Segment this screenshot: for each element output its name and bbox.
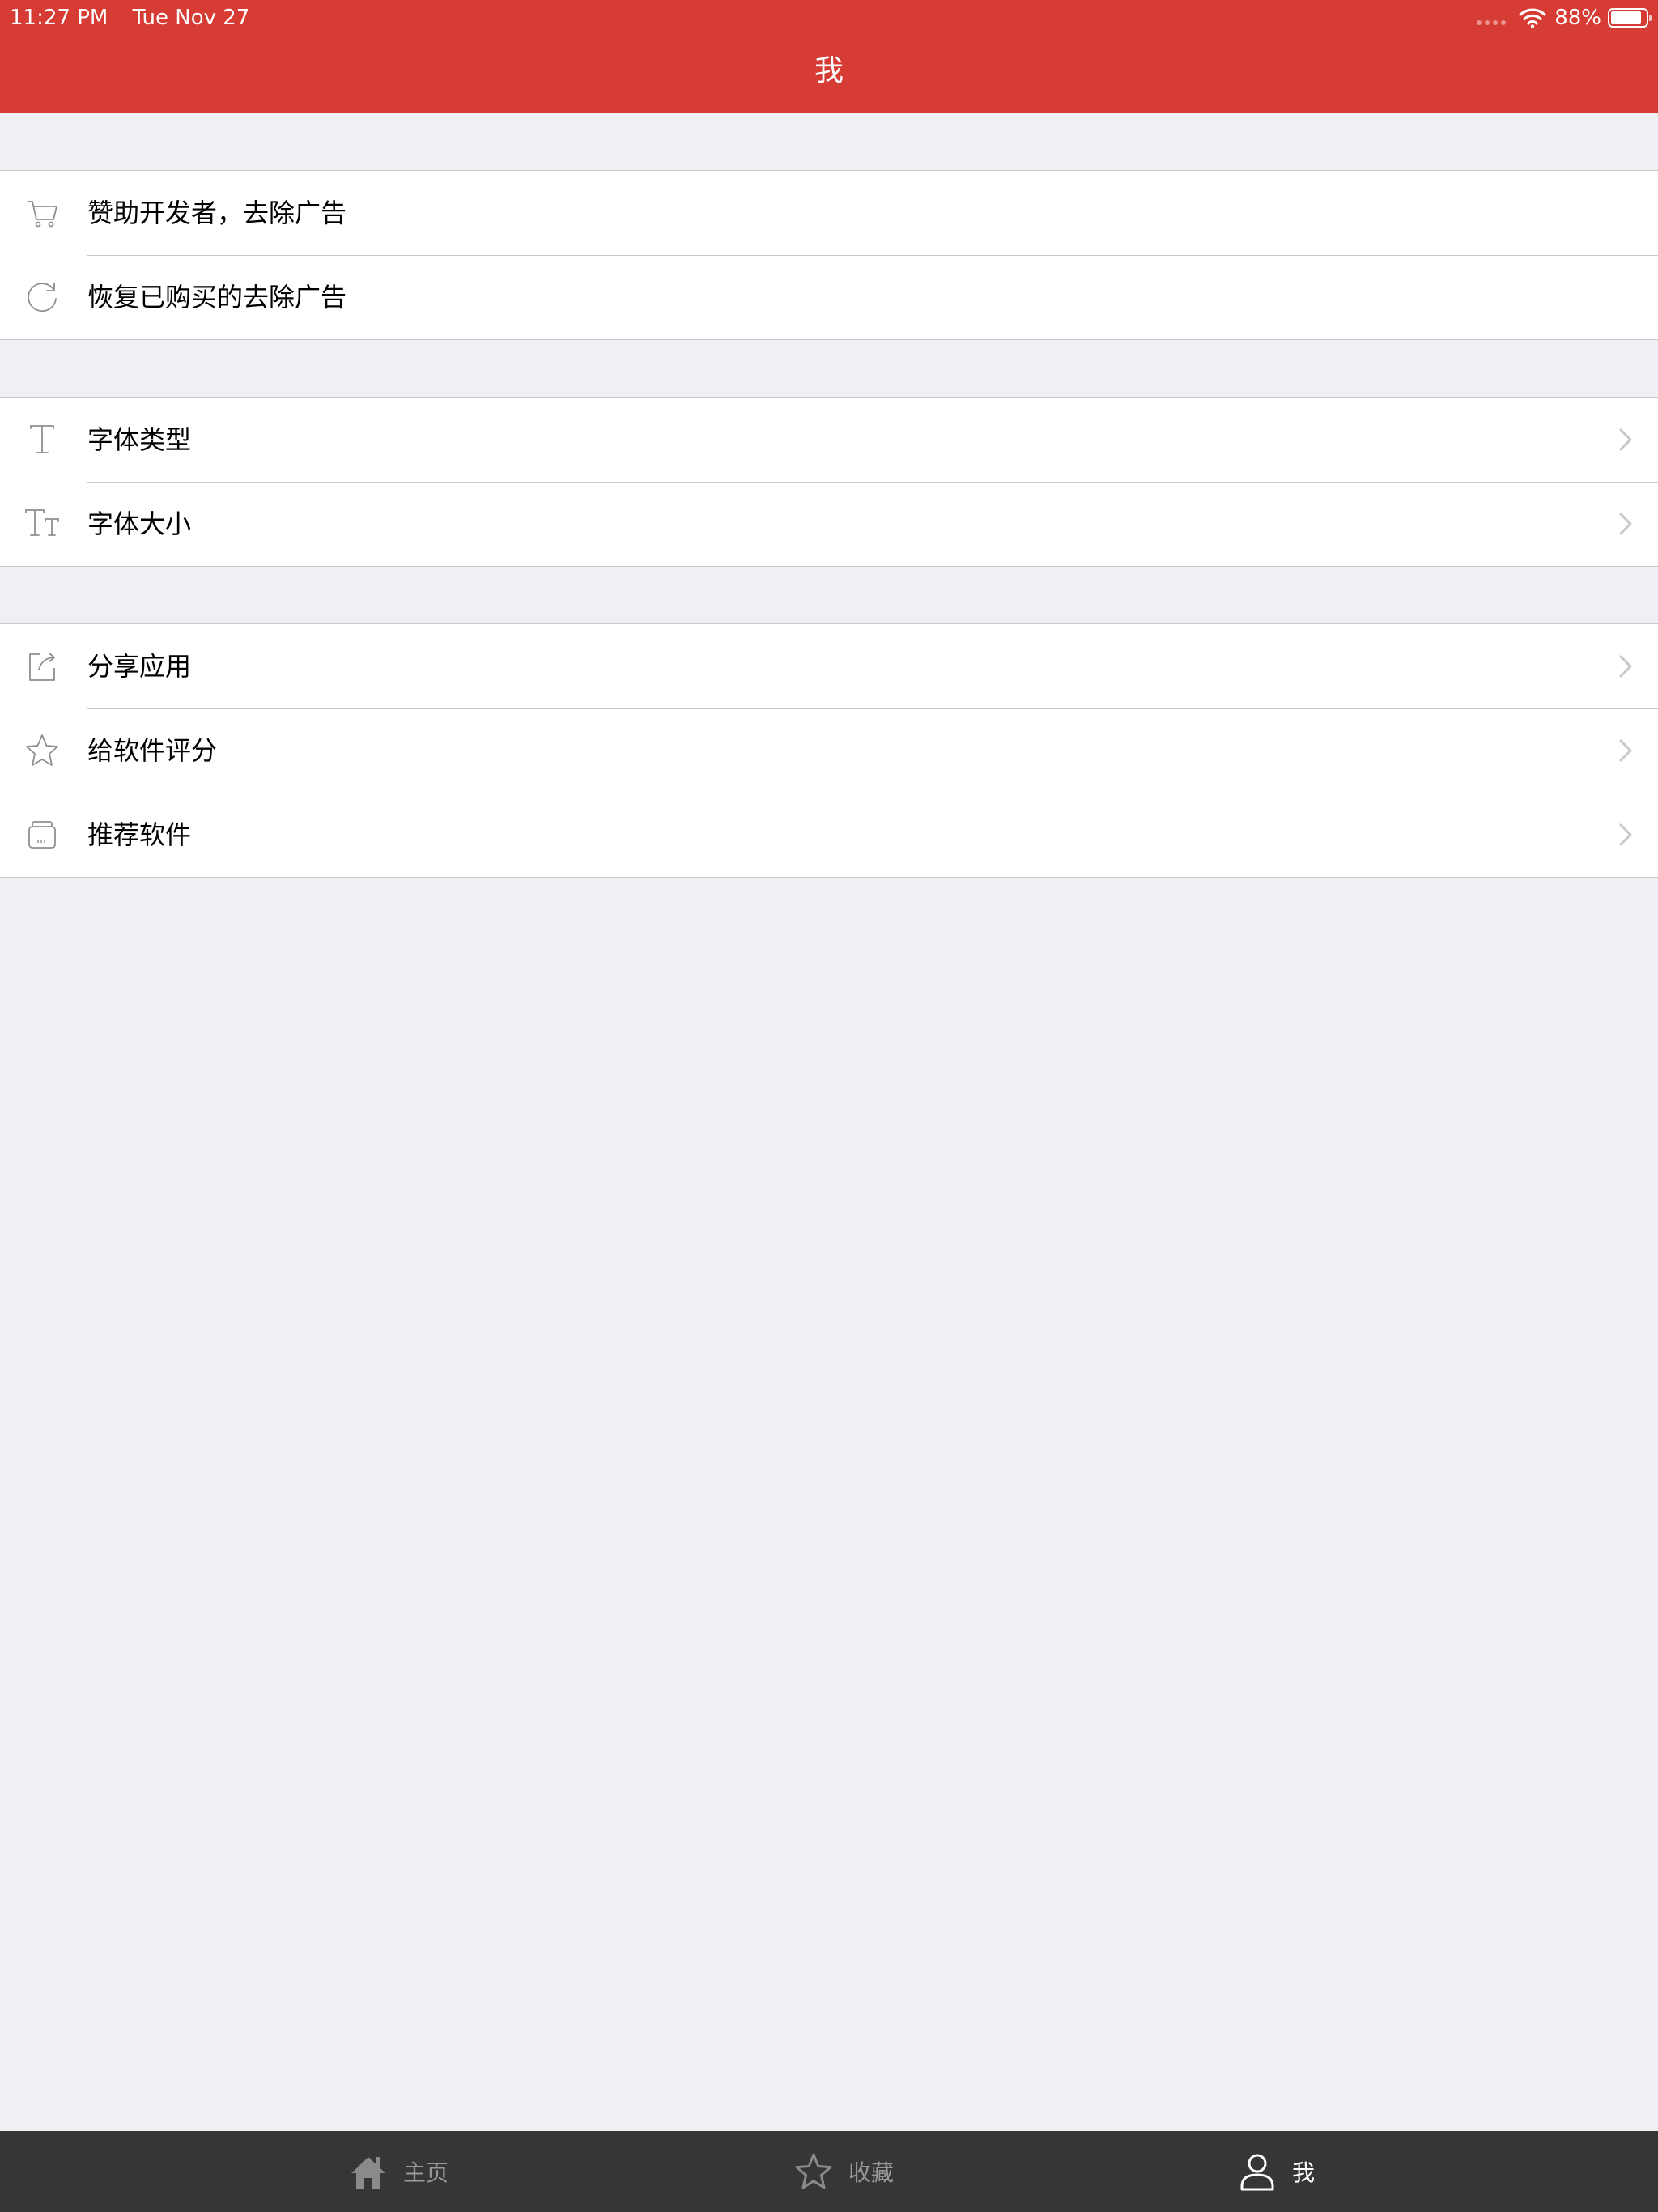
row-label: 推荐软件 [87,819,192,850]
rate-app-row[interactable]: 给软件评分 [0,708,1658,793]
font-type-icon [30,425,54,453]
status-bar-indicators: 88% [1477,2,1652,34]
row-label: 给软件评分 [87,735,218,766]
navigation-header: 11:27 PM Tue Nov 27 88% 我 [0,0,1658,113]
person-icon [1240,2154,1274,2191]
app-store-icon [28,821,56,849]
font-section: 字体类型 字体大小 [0,397,1658,567]
row-label: 赞助开发者，去除广告 [87,198,347,228]
font-size-row[interactable]: 字体大小 [0,482,1658,566]
home-icon [351,2157,385,2189]
status-time: 11:27 PM [10,6,108,30]
wifi-icon [1519,8,1546,28]
chevron-right-icon [1619,823,1632,846]
battery-icon [1608,8,1652,28]
chevron-right-icon [1619,739,1632,762]
tab-bar: 主页 收藏 我 [0,2131,1658,2212]
chevron-right-icon [1619,513,1632,535]
tab-me[interactable]: 我 [1239,2131,1315,2212]
battery-percentage: 88% [1554,6,1601,30]
page-title: 我 [814,54,844,87]
row-label: 字体大小 [87,508,192,539]
font-size-icon [25,509,59,536]
font-type-row[interactable]: 字体类型 [0,398,1658,482]
purchase-section: 赞助开发者，去除广告 恢复已购买的去除广告 [0,170,1658,340]
cellular-signal-icon [1477,20,1507,25]
star-icon [26,734,58,766]
tab-label: 我 [1292,2159,1316,2186]
status-bar-time: 11:27 PM Tue Nov 27 [10,2,249,34]
row-label: 恢复已购买的去除广告 [87,282,347,313]
tab-favorites[interactable]: 收藏 [795,2131,894,2212]
tab-label: 收藏 [848,2159,895,2186]
tab-label: 主页 [403,2159,449,2186]
battery-level-fill [1611,11,1641,24]
share-app-row[interactable]: 分享应用 [0,624,1658,708]
row-label: 字体类型 [87,424,192,455]
about-section: 分享应用 给软件评分 推荐软件 [0,623,1658,878]
chevron-right-icon [1619,655,1632,678]
remove-ads-row[interactable]: 赞助开发者，去除广告 [0,171,1658,255]
share-icon [29,653,55,681]
tab-home[interactable]: 主页 [350,2131,449,2212]
cart-icon [27,201,57,228]
star-icon [795,2153,832,2189]
recommended-apps-row[interactable]: 推荐软件 [0,793,1658,877]
row-label: 分享应用 [87,651,192,682]
restore-purchase-row[interactable]: 恢复已购买的去除广告 [0,255,1658,339]
status-date: Tue Nov 27 [132,6,250,30]
chevron-right-icon [1619,428,1632,451]
refresh-icon [28,283,57,313]
